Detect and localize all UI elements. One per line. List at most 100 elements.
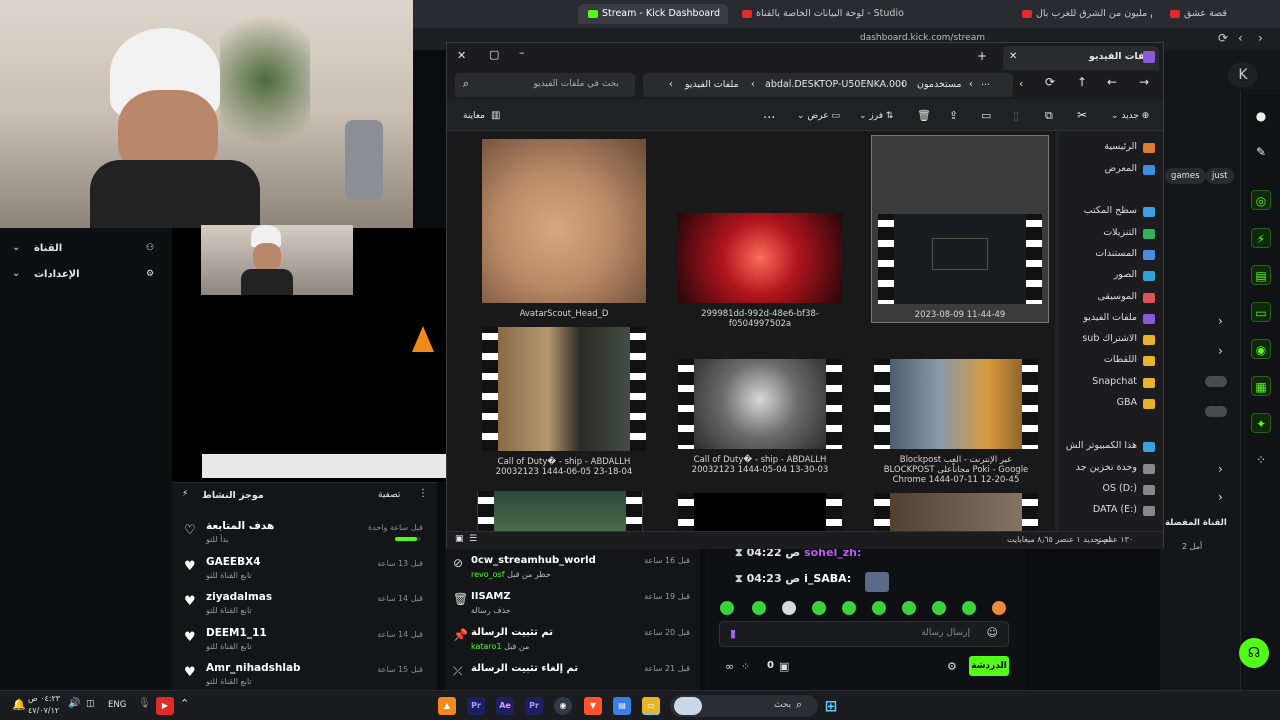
volume-icon[interactable]: 🔊: [68, 698, 80, 709]
nav-item[interactable]: الرئيسية: [1059, 139, 1163, 157]
list-item[interactable]: 🗑 IISAMZ حذف رسالة قبل 19 ساعة: [445, 586, 700, 622]
clock-date[interactable]: ٤٧/٠٧/١٢: [28, 706, 59, 715]
message-user[interactable]: i_SABA:: [804, 572, 851, 585]
new-tab-button[interactable]: +: [977, 49, 987, 63]
store-icon[interactable]: ▤: [613, 697, 631, 715]
file-item[interactable]: Call of Duty� - ship - ABDALLH 20032123 …: [677, 359, 843, 475]
delete-icon[interactable]: 🗑: [917, 109, 931, 122]
share-icon[interactable]: ⇪: [949, 109, 958, 122]
forward-icon[interactable]: →: [1139, 75, 1149, 89]
breadcrumb-item[interactable]: abdal.DESKTOP-U50ENKA.000: [765, 79, 907, 90]
sort-dropdown[interactable]: ⌄ فرز ⇅: [859, 111, 893, 121]
list-item[interactable]: ♥ GAEEBX4 تابع القناة للتو قبل 13 ساعة: [172, 553, 437, 589]
support-button[interactable]: ☊: [1239, 638, 1269, 668]
tab-3[interactable]: لوحة البيانات الخاصة بالقناة - Studio: [732, 4, 916, 24]
breadcrumb-item[interactable]: ملفات الفيديو: [685, 79, 739, 90]
nav-item[interactable]: GBA: [1059, 395, 1163, 413]
infinity-icon[interactable]: ∞: [725, 660, 734, 673]
network-icon[interactable]: ◫: [86, 699, 95, 709]
windows-start-icon[interactable]: ⊞: [822, 697, 840, 715]
bell-icon[interactable]: 🔔: [12, 698, 26, 711]
chat-send-button[interactable]: الدردشة: [969, 656, 1009, 676]
nav-item[interactable]: المستندات: [1059, 246, 1163, 264]
nav-item[interactable]: المعرض: [1059, 161, 1163, 179]
info-icon[interactable]: ●: [1251, 106, 1271, 126]
back-icon[interactable]: ←: [1107, 75, 1117, 89]
nav-item[interactable]: التنزيلات: [1059, 225, 1163, 243]
brave-icon[interactable]: ▼: [584, 697, 602, 715]
obs-icon[interactable]: ◉: [554, 697, 572, 715]
sidebar-item-settings[interactable]: ⌄ الإعدادات ⚙: [0, 266, 172, 286]
emoji-icon[interactable]: ☺: [987, 626, 998, 639]
up-arrow-icon[interactable]: ↑: [1077, 75, 1087, 89]
premiere-icon[interactable]: Pr: [467, 697, 485, 715]
kick-logo-icon[interactable]: K: [1228, 62, 1258, 88]
file-item[interactable]: 299981dd-992d-48e6-bf38-f0504997502a: [677, 139, 843, 329]
more-crumbs[interactable]: ...: [981, 77, 990, 88]
nav-item[interactable]: سطح المكتب: [1059, 203, 1163, 221]
app-tray-icon[interactable]: ▶: [156, 697, 174, 715]
nav-item[interactable]: وحدة تخزين جد: [1059, 460, 1163, 478]
dots-icon[interactable]: ⁘: [1251, 450, 1271, 470]
edit-icon[interactable]: ✎: [1251, 142, 1271, 162]
language-indicator[interactable]: ENG: [108, 700, 126, 710]
filter-button[interactable]: تصفية: [378, 490, 400, 500]
vlc-icon[interactable]: ▲: [438, 697, 456, 715]
copy-icon[interactable]: ⧉: [1045, 109, 1053, 123]
search-input[interactable]: ⌕ بحث في ملفات الفيديو: [455, 73, 635, 97]
more-button[interactable]: ...: [763, 107, 775, 122]
nav-item[interactable]: Snapchat: [1059, 374, 1163, 392]
nav-item[interactable]: ملفات الفيديو: [1059, 310, 1163, 328]
list-item[interactable]: ♥ ziyadalmas تابع القناة للتو قبل 14 ساع…: [172, 588, 437, 624]
emote-icon[interactable]: [992, 601, 1006, 615]
new-button[interactable]: ⌄ جديد ⊕: [1111, 111, 1149, 121]
wrench-icon[interactable]: ✦: [1251, 413, 1271, 433]
target-icon[interactable]: ◎: [1251, 190, 1271, 210]
chat-icon[interactable]: ▭: [1251, 302, 1271, 322]
emote-icon[interactable]: [720, 601, 734, 615]
emote-icon[interactable]: [962, 601, 976, 615]
list-item[interactable]: 📌 تم تثبيت الرسالة kataro1 من قبل قبل 20…: [445, 622, 700, 658]
list-item[interactable]: ♥ DEEM1_11 تابع القناة للتو قبل 14 ساعة: [172, 624, 437, 660]
file-item[interactable]: Blockpost عبر الإنترنت - العب BLOCKPOST …: [873, 359, 1039, 485]
chevron-up-icon[interactable]: ⌃: [180, 697, 189, 710]
emote-icon[interactable]: [782, 601, 796, 615]
list-item[interactable]: ⊘ 0cw_streamhub_world revo_osf حظر من قب…: [445, 550, 700, 586]
nav-item[interactable]: هذا الكمبيوتر الش: [1059, 438, 1163, 456]
chevron-left-icon[interactable]: ›: [1218, 314, 1223, 328]
emote-icon[interactable]: [872, 601, 886, 615]
emote-icon[interactable]: [902, 601, 916, 615]
chip-games[interactable]: games: [1165, 168, 1206, 184]
taskbar-search[interactable]: بحث ⌕: [670, 695, 818, 717]
nav-item[interactable]: الصور: [1059, 267, 1163, 285]
forward-icon[interactable]: ›: [1258, 31, 1263, 45]
tab-1[interactable]: قصة عشق: [1160, 4, 1270, 24]
close-icon[interactable]: ✕: [1009, 51, 1017, 62]
nav-item[interactable]: OS (D:): [1059, 481, 1163, 499]
file-item[interactable]: Call of Duty� - ship - ABDALLH 20032123 …: [481, 327, 647, 477]
more-icon[interactable]: ⋮: [418, 488, 428, 499]
file-item[interactable]: [477, 491, 643, 531]
chevron-left-icon[interactable]: ›: [1218, 344, 1223, 358]
sidebar-item-channel[interactable]: ⌄ القناة ⚇: [0, 240, 172, 260]
toggle-2[interactable]: [1205, 406, 1227, 417]
explorer-tab[interactable]: ✕ ملفات الفيديو: [1003, 46, 1159, 70]
emote-icon[interactable]: [932, 601, 946, 615]
reload-icon[interactable]: ⟳: [1218, 31, 1228, 45]
details-view-icon[interactable]: ☰: [469, 534, 477, 544]
chevron-left-icon[interactable]: ‹: [1019, 77, 1023, 90]
close-icon[interactable]: ✕: [457, 49, 466, 62]
mic-icon[interactable]: ▮: [730, 627, 736, 640]
cut-icon[interactable]: ✂: [1077, 108, 1087, 122]
clock-time[interactable]: ٠٤:٢٣ ص: [28, 694, 60, 703]
tab-2[interactable]: تحدي النص مليون من الشرق للغرب بال...: [1012, 4, 1152, 24]
file-item[interactable]: [873, 493, 1039, 531]
breadcrumb-item[interactable]: مستخدمون: [917, 79, 962, 90]
list-item[interactable]: ♡ هدف المتابعة بدأ للتو قبل ساعة واحدة: [172, 517, 437, 553]
paste-icon[interactable]: ▯: [1013, 109, 1019, 122]
back-icon[interactable]: ‹: [1238, 31, 1243, 45]
chevron-left-icon[interactable]: ›: [1218, 490, 1223, 504]
chevron-left-icon[interactable]: ›: [1218, 462, 1223, 476]
layers-icon[interactable]: ▦: [1251, 376, 1271, 396]
breadcrumb[interactable]: ‹ ملفات الفيديو ‹ abdal.DESKTOP-U50ENKA.…: [643, 73, 1013, 97]
